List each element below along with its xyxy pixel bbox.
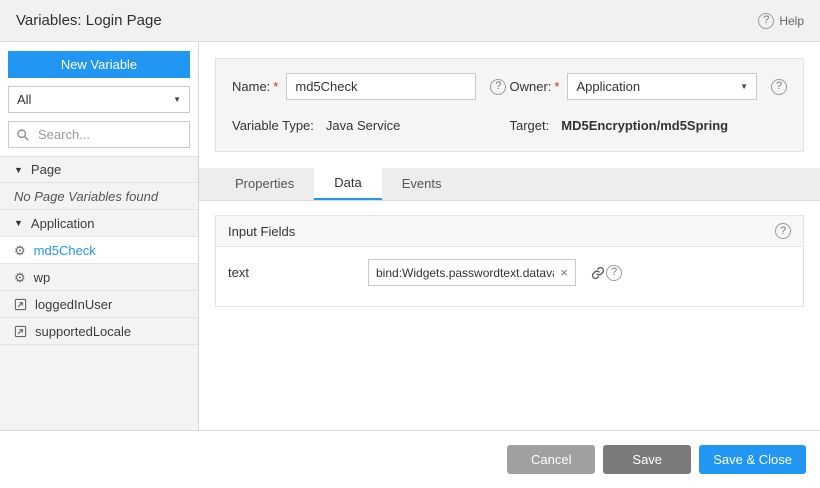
name-label: Name: (232, 79, 270, 94)
target-label: Target: (510, 118, 550, 133)
tab-properties[interactable]: Properties (215, 168, 314, 200)
chevron-down-icon: ▼ (740, 82, 748, 91)
owner-help-icon[interactable]: ? (771, 79, 787, 95)
model-variable-icon (14, 325, 27, 338)
owner-label: Owner: (510, 79, 552, 94)
help-label: Help (779, 14, 804, 28)
sidebar-item-loggedinuser[interactable]: loggedInUser (0, 291, 198, 318)
tree-section-page[interactable]: ▼ Page (0, 156, 198, 183)
help-button[interactable]: ? Help (758, 13, 804, 29)
search-icon (16, 128, 30, 142)
caret-down-icon: ▼ (14, 218, 23, 228)
tab-events[interactable]: Events (382, 168, 462, 200)
bind-expression-value: bind:Widgets.passwordtext.datavalue (376, 266, 554, 280)
tab-data[interactable]: Data (314, 168, 381, 200)
target-value: MD5Encryption/md5Spring (561, 118, 728, 133)
required-mark: * (554, 79, 559, 94)
input-fields-header: Input Fields ? (216, 216, 803, 247)
table-row: text bind:Widgets.passwordtext.datavalue… (228, 259, 791, 286)
new-variable-button[interactable]: New Variable (8, 51, 190, 78)
dialog-header: Variables: Login Page ? Help (0, 0, 820, 42)
sidebar-item-wp[interactable]: ⚙ wp (0, 264, 198, 291)
variable-form: Name: * ? Owner: * Application ▼ ? (215, 58, 804, 152)
variable-name: supportedLocale (35, 324, 131, 339)
filter-selected-value: All (17, 92, 31, 107)
field-help-icon[interactable]: ? (606, 265, 622, 281)
cancel-button[interactable]: Cancel (507, 445, 595, 474)
service-variable-icon: ⚙ (14, 271, 26, 284)
caret-down-icon: ▼ (14, 165, 23, 175)
filter-select[interactable]: All ▼ (8, 86, 190, 113)
variable-type-label: Variable Type: (232, 118, 314, 133)
required-mark: * (273, 79, 278, 94)
bind-expression-input[interactable]: bind:Widgets.passwordtext.datavalue × (368, 259, 576, 286)
input-fields-title: Input Fields (228, 224, 295, 239)
input-fields-body: text bind:Widgets.passwordtext.datavalue… (216, 247, 803, 306)
variable-name: loggedInUser (35, 297, 112, 312)
name-help-icon[interactable]: ? (490, 79, 506, 95)
page-title: Variables: Login Page (16, 12, 162, 29)
dialog-footer: Cancel Save Save & Close (0, 430, 820, 488)
save-button[interactable]: Save (603, 445, 691, 474)
input-fields-help-icon[interactable]: ? (775, 223, 791, 239)
link-icon[interactable] (590, 265, 606, 281)
variable-name: wp (34, 270, 51, 285)
search-input[interactable] (36, 126, 182, 143)
no-page-variables-text: No Page Variables found (0, 183, 198, 210)
variable-type-value: Java Service (326, 118, 400, 133)
tree-section-label: Page (31, 162, 61, 177)
main-panel: Name: * ? Owner: * Application ▼ ? (199, 42, 820, 430)
save-and-close-button[interactable]: Save & Close (699, 445, 806, 474)
variables-tree: ▼ Page No Page Variables found ▼ Applica… (0, 156, 198, 430)
tree-section-application[interactable]: ▼ Application (0, 210, 198, 237)
owner-selected-value: Application (576, 79, 640, 94)
model-variable-icon (14, 298, 27, 311)
owner-select[interactable]: Application ▼ (567, 73, 757, 100)
search-box (8, 121, 190, 148)
sidebar-controls: New Variable All ▼ (0, 42, 198, 156)
variable-name: md5Check (34, 243, 96, 258)
sidebar-item-md5check[interactable]: ⚙ md5Check (0, 237, 198, 264)
service-variable-icon: ⚙ (14, 244, 26, 257)
variables-sidebar: New Variable All ▼ ▼ Page No Page (0, 42, 199, 430)
tree-section-label: Application (31, 216, 95, 231)
field-name: text (228, 265, 368, 280)
input-fields-panel: Input Fields ? text bind:Widgets.passwor… (215, 215, 804, 307)
sidebar-item-supportedlocale[interactable]: supportedLocale (0, 318, 198, 345)
tab-bar: Properties Data Events (199, 168, 820, 201)
chevron-down-icon: ▼ (173, 95, 181, 104)
clear-icon[interactable]: × (560, 266, 568, 279)
name-input[interactable] (286, 73, 476, 100)
help-icon: ? (758, 13, 774, 29)
